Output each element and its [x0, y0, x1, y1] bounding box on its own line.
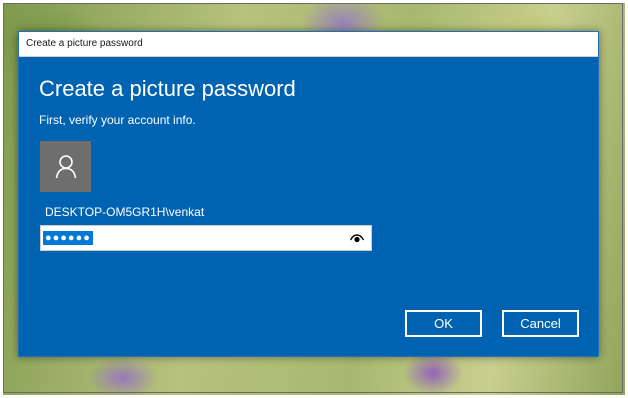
window-title: Create a picture password: [26, 38, 143, 49]
page-title: Create a picture password: [39, 76, 296, 101]
window-titlebar: Create a picture password: [19, 32, 598, 57]
ok-button[interactable]: OK: [405, 310, 482, 337]
password-input[interactable]: ●●●●●●: [40, 225, 372, 251]
picture-password-dialog: Create a picture password Create a pictu…: [18, 31, 599, 357]
account-username: DESKTOP-OM5GR1H\venkat: [45, 205, 205, 219]
page-subtitle: First, verify your account info.: [39, 113, 196, 127]
cancel-button[interactable]: Cancel: [502, 310, 579, 337]
user-silhouette-icon: [55, 154, 76, 178]
avatar: [40, 141, 91, 192]
eye-icon: [350, 233, 364, 242]
password-masked-value: ●●●●●●: [43, 231, 93, 245]
reveal-password-button[interactable]: [349, 232, 365, 244]
